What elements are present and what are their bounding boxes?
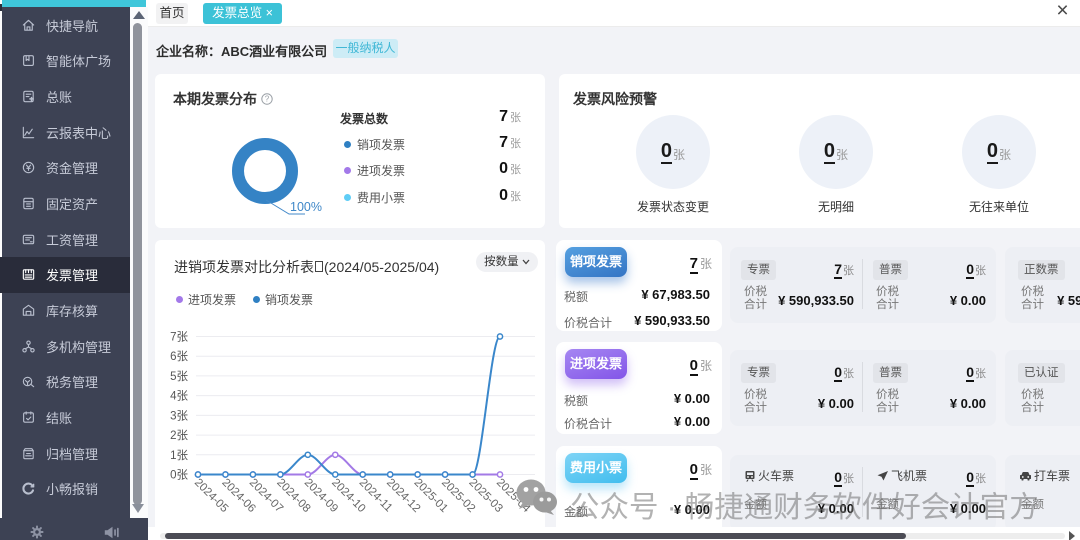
svg-text:1张: 1张 [170,449,188,462]
svg-text:3张: 3张 [170,409,188,422]
svg-text:?: ? [265,95,270,104]
svg-text:7张: 7张 [170,331,188,344]
svg-text:5张: 5张 [170,370,188,383]
svg-text:100%: 100% [290,200,322,214]
svg-text:2张: 2张 [170,429,188,442]
svg-text:4张: 4张 [170,390,188,403]
svg-text:6张: 6张 [170,350,188,363]
svg-text:0张: 0张 [170,468,188,481]
